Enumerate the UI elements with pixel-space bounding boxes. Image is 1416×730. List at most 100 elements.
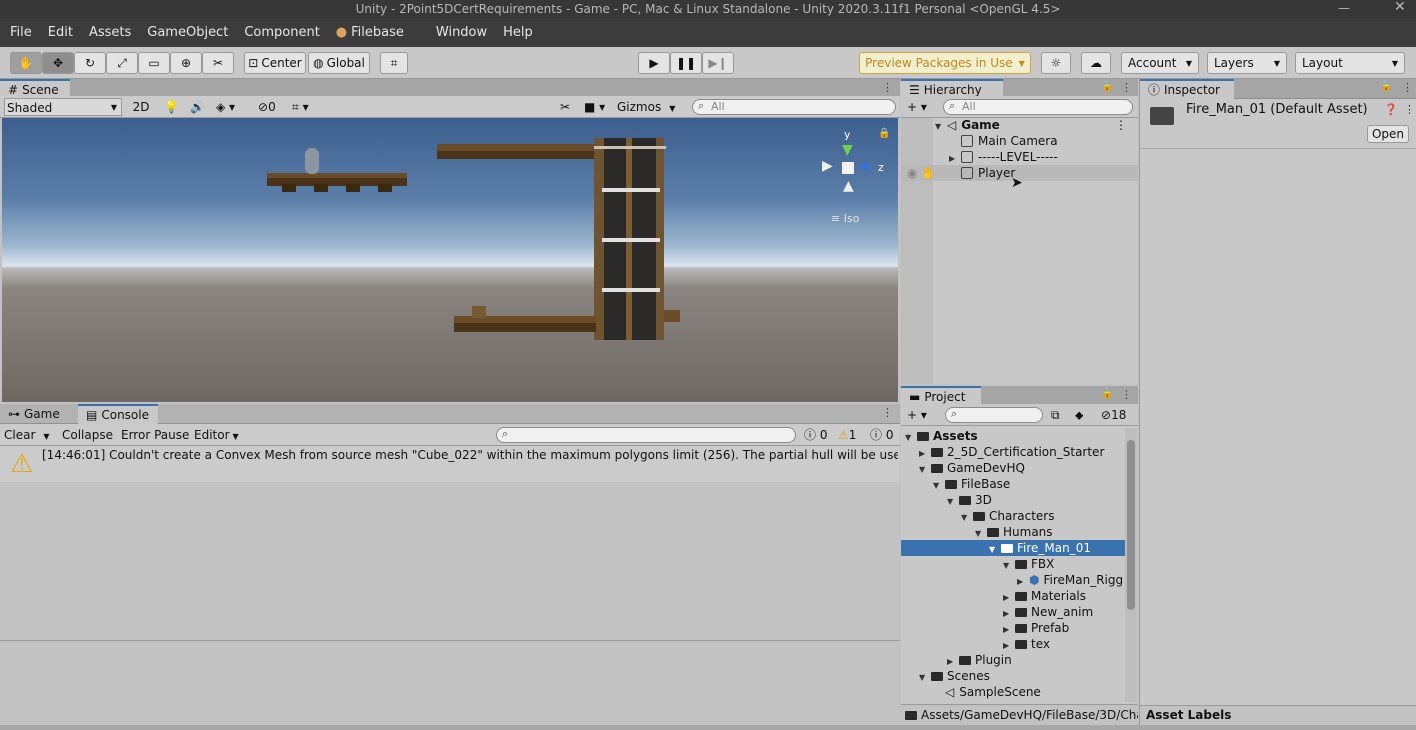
layout-dropdown[interactable]: Layout ▼ bbox=[1295, 52, 1405, 74]
transform-tool-icon[interactable]: ⊕ bbox=[170, 52, 202, 74]
more-icon[interactable]: ⋮ bbox=[1121, 388, 1132, 401]
create-asset-button[interactable]: + ▾ bbox=[907, 406, 933, 424]
project-search-input[interactable] bbox=[945, 407, 1043, 423]
add-gameobject-button[interactable]: + ▾ bbox=[907, 98, 933, 116]
tree-item-fbx[interactable]: ▼ FBX bbox=[1003, 556, 1054, 572]
console-search-input[interactable] bbox=[496, 427, 796, 443]
open-button[interactable]: Open bbox=[1367, 125, 1409, 143]
lock-icon[interactable]: 🔒 bbox=[1380, 81, 1392, 92]
effects-icon[interactable]: ◈ ▾ bbox=[216, 98, 246, 116]
2d-toggle[interactable]: 2D bbox=[129, 98, 153, 116]
custom-tool-icon[interactable]: ✂ bbox=[202, 52, 234, 74]
orientation-gizmo[interactable]: y ▼ ▶ ◀ z ▲ bbox=[820, 128, 884, 208]
lighting-icon[interactable]: 💡 bbox=[164, 98, 180, 116]
console-detail-divider[interactable] bbox=[0, 640, 900, 641]
tools-icon[interactable]: ✂ bbox=[560, 98, 576, 116]
audio-icon[interactable]: 🔊 bbox=[190, 98, 206, 116]
cloud-icon[interactable]: ☁ bbox=[1081, 52, 1111, 74]
rotate-tool-icon[interactable]: ↻ bbox=[74, 52, 106, 74]
tree-item-scenes[interactable]: ▼ Scenes bbox=[919, 668, 990, 684]
info-count-toggle[interactable]: ⓘ 0 bbox=[804, 426, 832, 444]
rect-tool-icon[interactable]: ▭ bbox=[138, 52, 170, 74]
tree-item-tex[interactable]: ▶ tex bbox=[1003, 636, 1050, 652]
clear-button[interactable]: Clear ▼ bbox=[4, 426, 56, 444]
scene-viewport[interactable]: y ▼ ▶ ◀ z ▲ ≡ Iso 🔒 bbox=[2, 118, 898, 402]
gizmo-center-cube[interactable] bbox=[842, 162, 854, 174]
error-count-toggle[interactable]: ⓘ 0 bbox=[870, 426, 898, 444]
tree-item-materials[interactable]: ▶ Materials bbox=[1003, 588, 1086, 604]
pick-icon[interactable]: ✋ bbox=[921, 165, 936, 181]
menu-edit[interactable]: Edit bbox=[48, 25, 73, 40]
label-icon[interactable]: ⬥ bbox=[1075, 406, 1091, 424]
expand-triangle-icon[interactable]: ▼ bbox=[919, 670, 931, 686]
lock-icon[interactable]: 🔒 bbox=[1101, 81, 1113, 92]
account-dropdown[interactable]: Account ▼ bbox=[1121, 52, 1199, 74]
tree-item-assets[interactable]: ▼ Assets bbox=[905, 428, 978, 444]
tree-item-plugin[interactable]: ▶ Plugin bbox=[947, 652, 1012, 668]
menu-component[interactable]: Component bbox=[244, 25, 319, 40]
more-icon[interactable]: ⋮ bbox=[882, 81, 893, 94]
tree-item-filebase[interactable]: ▼ FileBase bbox=[933, 476, 1010, 492]
error-pause-toggle[interactable]: Error Pause bbox=[121, 426, 191, 444]
hidden-packages-toggle[interactable]: ⊘18 bbox=[1101, 406, 1135, 424]
scrollbar-thumb[interactable] bbox=[1127, 440, 1135, 610]
pivot-global-button[interactable]: ◍ Global bbox=[308, 52, 370, 74]
more-icon[interactable]: ⋮ bbox=[882, 406, 893, 419]
expand-triangle-icon[interactable]: ▼ bbox=[961, 510, 973, 526]
tab-inspector[interactable]: ⓘ Inspector bbox=[1140, 79, 1234, 99]
more-icon[interactable]: ⋮ bbox=[1115, 117, 1127, 133]
tree-item-new-anim[interactable]: ▶ New_anim bbox=[1003, 604, 1093, 620]
tree-item-prefab[interactable]: ▶ Prefab bbox=[1003, 620, 1069, 636]
tab-game[interactable]: ⊶ Game bbox=[0, 404, 68, 424]
more-icon[interactable]: ⋮ bbox=[1404, 103, 1415, 116]
help-icon[interactable]: ❓ bbox=[1384, 103, 1398, 116]
layers-dropdown[interactable]: Layers ▼ bbox=[1207, 52, 1287, 74]
editor-dropdown[interactable]: Editor ▼ bbox=[194, 426, 240, 444]
hand-tool-icon[interactable]: ✋ bbox=[10, 52, 42, 74]
hierarchy-item-main-camera[interactable]: Main Camera bbox=[961, 133, 1058, 149]
play-button[interactable]: ▶ bbox=[638, 52, 670, 74]
more-icon[interactable]: ⋮ bbox=[1121, 81, 1132, 94]
tree-item-samplescene[interactable]: ◁ SampleScene bbox=[945, 684, 1041, 700]
expand-triangle-icon[interactable]: ▼ bbox=[905, 430, 917, 446]
expand-triangle-icon[interactable]: ▼ bbox=[935, 119, 947, 135]
expand-triangle-icon[interactable]: ▼ bbox=[1003, 558, 1015, 574]
tree-item-humans[interactable]: ▼ Humans bbox=[975, 524, 1053, 540]
expand-triangle-icon[interactable]: ▼ bbox=[919, 462, 931, 478]
expand-triangle-icon[interactable]: ▼ bbox=[947, 494, 959, 510]
pivot-center-button[interactable]: ⊡ Center bbox=[244, 52, 306, 74]
asset-labels-bar[interactable]: Asset Labels bbox=[1140, 705, 1416, 725]
move-tool-icon[interactable]: ✥ bbox=[42, 52, 74, 74]
shading-mode-dropdown[interactable]: Shaded ▼ bbox=[4, 98, 122, 116]
tree-item-fire-man-01[interactable]: ▼ Fire_Man_01 bbox=[901, 540, 1125, 556]
pause-button[interactable]: ❚❚ bbox=[670, 52, 702, 74]
collapse-toggle[interactable]: Collapse bbox=[62, 426, 116, 444]
grid-toggle-icon[interactable]: ⌗ ▾ bbox=[292, 98, 328, 116]
scene-root-row[interactable]: ▼ ◁ Game ⋮ bbox=[935, 117, 1135, 133]
hierarchy-item-level[interactable]: ▶ -----LEVEL----- bbox=[949, 149, 1058, 165]
tree-item-gamedevhq[interactable]: ▼ GameDevHQ bbox=[919, 460, 1025, 476]
scene-search-input[interactable]: All bbox=[692, 99, 896, 115]
menu-help[interactable]: Help bbox=[503, 25, 533, 40]
tab-project[interactable]: ▬ Project bbox=[901, 386, 981, 406]
tree-item-characters[interactable]: ▼ Characters bbox=[961, 508, 1055, 524]
hidden-objects-toggle[interactable]: ⊘0 bbox=[258, 98, 288, 116]
expand-triangle-icon[interactable]: ▼ bbox=[933, 478, 945, 494]
close-icon[interactable]: ✕ bbox=[1394, 0, 1406, 15]
tree-item-3d[interactable]: ▼ 3D bbox=[947, 492, 992, 508]
preview-packages-button[interactable]: Preview Packages in Use ▼ bbox=[859, 52, 1031, 74]
tree-item-fireman-rigg[interactable]: ▶ ⬢ FireMan_Rigg bbox=[1017, 572, 1123, 588]
tab-console[interactable]: ▤ Console bbox=[78, 404, 158, 424]
console-log-entry[interactable]: ⚠ [14:46:01] Couldn't create a Convex Me… bbox=[0, 446, 900, 482]
menu-filebase[interactable]: ● Filebase bbox=[336, 25, 420, 40]
lock-icon[interactable]: 🔒 bbox=[1101, 388, 1113, 399]
step-button[interactable]: ▶❙ bbox=[702, 52, 734, 74]
scale-tool-icon[interactable]: ⤢ bbox=[106, 52, 138, 74]
more-icon[interactable]: ⋮ bbox=[1402, 81, 1413, 94]
camera-icon[interactable]: ■ ▾ bbox=[584, 98, 612, 116]
lock-icon[interactable]: 🔒 bbox=[878, 128, 890, 139]
menu-file[interactable]: File bbox=[10, 25, 32, 40]
iso-label[interactable]: ≡ Iso bbox=[831, 212, 859, 225]
menu-window[interactable]: Window bbox=[436, 25, 487, 40]
expand-triangle-icon[interactable]: ▼ bbox=[989, 542, 1001, 558]
